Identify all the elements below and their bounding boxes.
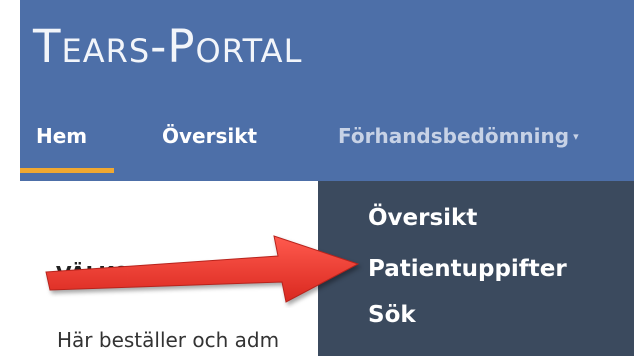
caret-down-icon: ▾ — [573, 130, 579, 143]
page: Tears-Portal Hem Översikt Förhandsbedömn… — [0, 0, 634, 356]
nav-item-assessment-dropdown[interactable]: Förhandsbedömning ▾ — [338, 126, 579, 146]
nav-item-home-label: Hem — [36, 124, 88, 148]
header: Tears-Portal Hem Översikt Förhandsbedömn… — [20, 0, 634, 181]
nav-item-overview[interactable]: Översikt — [162, 126, 257, 146]
site-title[interactable]: Tears-Portal — [33, 24, 302, 69]
intro-text: Här beställer och adm — [57, 328, 280, 352]
nav-item-overview-label: Översikt — [162, 124, 258, 148]
main-nav: Hem Översikt Förhandsbedömning ▾ — [20, 120, 634, 181]
dropdown-item-overview[interactable]: Översikt — [368, 207, 477, 230]
active-tab-indicator — [20, 168, 114, 173]
nav-item-assessment-label: Förhandsbedömning — [338, 124, 570, 148]
nav-item-home[interactable]: Hem — [36, 126, 87, 146]
annotation-arrow-icon — [45, 235, 360, 303]
dropdown-item-patient-tasks[interactable]: Patientuppifter — [368, 258, 567, 281]
